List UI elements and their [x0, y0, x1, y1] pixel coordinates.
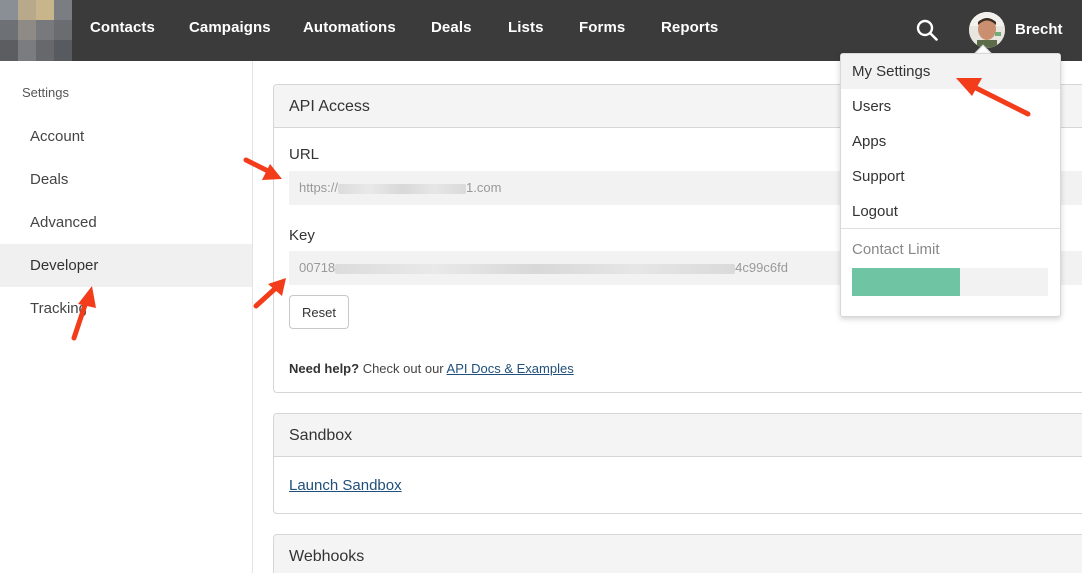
app-logo[interactable] [0, 0, 72, 61]
nav-lists[interactable]: Lists [508, 19, 544, 36]
menu-item-support[interactable]: Support [841, 159, 1060, 194]
sandbox-title: Sandbox [274, 414, 1082, 457]
api-docs-link[interactable]: API Docs & Examples [447, 361, 574, 376]
sidebar-item-deals[interactable]: Deals [0, 158, 252, 201]
help-text: Need help? Check out our API Docs & Exam… [289, 361, 574, 376]
menu-divider [841, 228, 1060, 229]
sidebar-item-account[interactable]: Account [0, 115, 252, 158]
sidebar-item-developer[interactable]: Developer [0, 244, 252, 287]
url-prefix: https:// [299, 180, 339, 195]
nav-automations[interactable]: Automations [303, 19, 396, 36]
contact-limit-bar [852, 268, 1048, 296]
redacted-blur [338, 183, 467, 194]
user-name[interactable]: Brecht [1015, 21, 1063, 38]
sandbox-panel: Sandbox Launch Sandbox [273, 413, 1082, 514]
menu-item-logout[interactable]: Logout [841, 194, 1060, 229]
annotation-arrow-icon [253, 278, 286, 309]
url-suffix: 1.com [466, 180, 502, 195]
nav-deals[interactable]: Deals [431, 19, 472, 36]
sidebar-item-advanced[interactable]: Advanced [0, 201, 252, 244]
key-prefix: 00718 [299, 260, 336, 275]
nav-contacts[interactable]: Contacts [90, 19, 155, 36]
url-label: URL [289, 146, 320, 163]
key-label: Key [289, 227, 315, 244]
nav-reports[interactable]: Reports [661, 19, 718, 36]
search-icon[interactable] [916, 19, 938, 41]
top-nav-bar: Contacts Campaigns Automations Deals Lis… [0, 0, 1082, 61]
contact-limit-label: Contact Limit [852, 241, 940, 258]
sidebar-heading: Settings [22, 85, 69, 100]
reset-button[interactable]: Reset [289, 295, 349, 329]
settings-sidebar: Settings Account Deals Advanced Develope… [0, 61, 253, 573]
nav-forms[interactable]: Forms [579, 19, 625, 36]
annotation-arrow-icon [243, 157, 282, 180]
annotation-arrow-icon [71, 286, 96, 341]
annotation-arrow-icon [956, 78, 1031, 117]
webhooks-panel: Webhooks [273, 534, 1082, 573]
launch-sandbox-link[interactable]: Launch Sandbox [289, 477, 402, 494]
user-avatar[interactable] [969, 12, 1005, 48]
webhooks-title: Webhooks [274, 535, 1082, 573]
help-bold: Need help? [289, 361, 360, 376]
sidebar-item-tracking[interactable]: Tracking [0, 287, 252, 330]
help-middle: Check out our [359, 361, 447, 376]
nav-campaigns[interactable]: Campaigns [189, 19, 271, 36]
redacted-blur [335, 263, 736, 274]
key-suffix: 4c99c6fd [735, 260, 788, 275]
contact-limit-fill [852, 268, 960, 296]
